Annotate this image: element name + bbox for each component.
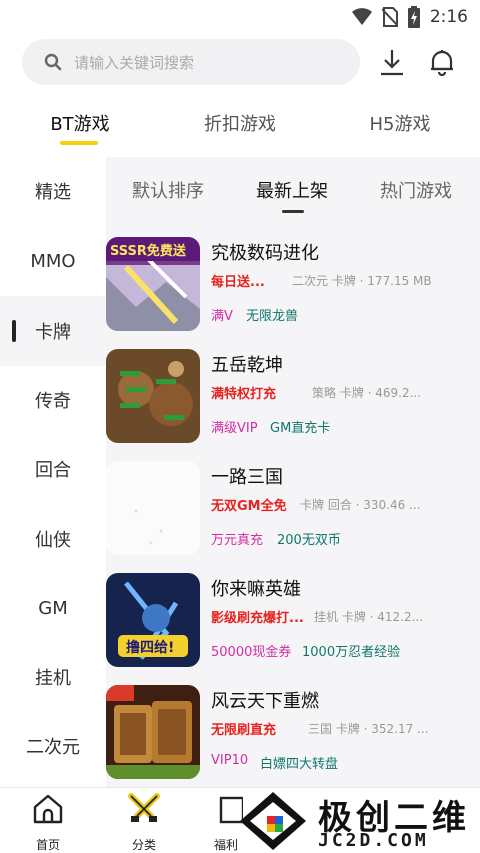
search-placeholder: 请输入关键词搜索 <box>74 53 195 72</box>
nav-label: 分类 <box>131 838 156 852</box>
game-promo: 无限刷直充 <box>211 723 277 738</box>
game-promo: 满特权打充 <box>211 387 277 402</box>
category-sidebar: 精选 MMO 卡牌 传奇 回合 仙侠 GM 挂机 二次元 <box>0 157 106 787</box>
category-item-xianxia[interactable]: 仙侠 <box>0 509 106 569</box>
sort-tab-popular[interactable]: 热门游戏 <box>380 177 452 203</box>
game-promo: 每日送... <box>211 275 265 290</box>
watermark-logo-icon <box>240 792 306 850</box>
game-list-panel: 默认排序 最新上架 热门游戏 SSSR免费送 究极数码进化 每日送... 二次元… <box>106 157 480 787</box>
battery-charging-icon <box>407 6 420 28</box>
game-promo: 影级刷充爆打... <box>211 611 304 626</box>
game-meta: 二次元 卡牌 · 177.15 MB <box>292 274 432 288</box>
game-meta: 策略 卡牌 · 469.2... <box>312 386 422 400</box>
game-list-item[interactable]: 一路三国 无双GM全免 卡牌 回合 · 330.46 ... 万元真充 200无… <box>106 461 480 561</box>
notification-button[interactable] <box>424 44 460 80</box>
status-time: 2:16 <box>429 7 468 27</box>
watermark-url: JC2D.COM <box>318 830 429 851</box>
nav-category[interactable]: 分类 <box>114 792 174 852</box>
category-item-featured[interactable]: 精选 <box>0 161 106 221</box>
category-item-turn-based[interactable]: 回合 <box>0 439 106 499</box>
nav-label: 首页 <box>35 838 60 852</box>
game-tag: 1000万忍者经验 <box>302 645 401 660</box>
game-promo: 无双GM全免 <box>211 499 287 514</box>
bell-icon <box>431 50 453 76</box>
game-thumbnail <box>106 685 200 779</box>
download-icon <box>381 50 403 76</box>
game-name: 你来嘛英雄 <box>211 579 301 600</box>
game-tag: 满V <box>211 309 233 324</box>
category-active-indicator <box>12 320 16 342</box>
tab-bt-games[interactable]: BT游戏 <box>44 110 116 140</box>
sort-tab-indicator <box>282 210 304 213</box>
site-watermark: 极创二维 JC2D.COM <box>236 788 480 853</box>
game-meta: 挂机 卡牌 · 412.2... <box>314 610 424 624</box>
game-tag: 万元真充 <box>211 533 264 548</box>
game-thumbnail <box>106 461 200 555</box>
search-input[interactable]: 请输入关键词搜索 <box>22 39 360 85</box>
game-tag: VIP10 <box>211 753 249 768</box>
nav-home[interactable]: 首页 <box>18 792 78 852</box>
sort-tab-default[interactable]: 默认排序 <box>132 177 204 203</box>
game-tag: 50000现金券 <box>211 645 292 660</box>
game-thumbnail: 撸四给! <box>106 573 200 667</box>
no-sim-icon <box>381 7 398 27</box>
game-name: 一路三国 <box>211 467 283 488</box>
category-item-legend[interactable]: 传奇 <box>0 370 106 430</box>
game-tag: GM直充卡 <box>270 421 331 436</box>
category-item-label: 卡牌 <box>35 322 71 343</box>
category-item-gm[interactable]: GM <box>0 578 106 638</box>
game-meta: 卡牌 回合 · 330.46 ... <box>300 498 421 512</box>
category-item-card[interactable]: 卡牌 <box>0 296 106 366</box>
thumbnail-caption: SSSR免费送 <box>110 243 187 259</box>
home-icon <box>33 794 63 824</box>
game-list-item[interactable]: 五岳乾坤 满特权打充 策略 卡牌 · 469.2... 满级VIP GM直充卡 <box>106 349 480 449</box>
game-tag: 200无双币 <box>277 533 341 548</box>
game-name: 究极数码进化 <box>211 243 319 264</box>
game-thumbnail <box>106 349 200 443</box>
game-name: 五岳乾坤 <box>211 355 283 376</box>
game-tag: 白嫖四大转盘 <box>260 757 339 772</box>
search-icon <box>44 53 62 71</box>
game-list-item[interactable]: 风云天下重燃 无限刷直充 三国 卡牌 · 352.17 ... VIP10 白嫖… <box>106 685 480 785</box>
category-item-anime[interactable]: 二次元 <box>0 716 106 776</box>
game-tag: 满级VIP <box>211 421 258 436</box>
game-thumbnail: SSSR免费送 <box>106 237 200 331</box>
download-button[interactable] <box>374 44 410 80</box>
active-tab-indicator <box>60 141 98 145</box>
sort-tab-newest[interactable]: 最新上架 <box>256 177 328 203</box>
thumbnail-caption: 撸四给! <box>126 639 174 656</box>
game-tag: 无限龙兽 <box>246 309 299 324</box>
game-name: 风云天下重燃 <box>211 691 319 712</box>
category-item-idle[interactable]: 挂机 <box>0 647 106 707</box>
tab-h5-games[interactable]: H5游戏 <box>362 110 438 140</box>
status-bar: 2:16 <box>0 0 480 34</box>
category-item-mmo[interactable]: MMO <box>0 231 106 291</box>
category-swords-icon <box>128 793 160 822</box>
game-list-item[interactable]: 撸四给! 你来嘛英雄 影级刷充爆打... 挂机 卡牌 · 412.2... 50… <box>106 573 480 673</box>
game-meta: 三国 卡牌 · 352.17 ... <box>308 722 429 736</box>
tab-discount-games[interactable]: 折扣游戏 <box>196 110 284 140</box>
game-list-item[interactable]: SSSR免费送 究极数码进化 每日送... 二次元 卡牌 · 177.15 MB… <box>106 237 480 337</box>
wifi-icon <box>351 8 372 25</box>
